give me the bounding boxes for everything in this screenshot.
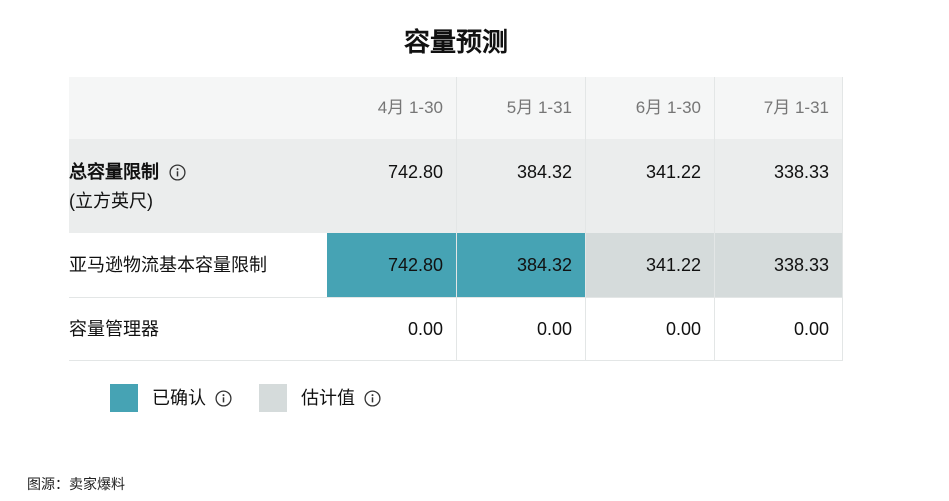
legend-item-confirmed: 已确认	[110, 384, 232, 412]
legend-label: 估计值	[301, 388, 355, 408]
value-cell-estimated: 341.22	[585, 233, 714, 297]
info-icon[interactable]	[215, 389, 232, 407]
value-cell: 742.80	[387, 162, 443, 182]
legend: 已确认 估计值	[110, 384, 408, 412]
value-cell: 338.33	[714, 139, 843, 233]
info-icon[interactable]	[364, 389, 381, 407]
value-cell: 0.00	[407, 319, 443, 339]
value-cell: 0.00	[714, 298, 843, 360]
page-title: 容量预测	[403, 27, 508, 57]
value-cell: 341.22	[585, 139, 714, 233]
table-header-cell: 7月 1-31	[714, 77, 843, 139]
value-cell: 0.00	[585, 298, 714, 360]
capacity-table: 4月 1-30 5月 1-31 6月 1-30 7月 1-31 总容量限制 (立…	[69, 77, 843, 361]
legend-swatch-estimated	[259, 384, 287, 412]
value-cell-estimated: 338.33	[714, 233, 843, 297]
table-header-cell: 4月 1-30	[377, 98, 443, 117]
row-label: 容量管理器	[69, 319, 159, 339]
image-source-caption: 图源：卖家爆料	[27, 476, 125, 492]
table-header-row: 4月 1-30 5月 1-31 6月 1-30 7月 1-31	[69, 77, 843, 139]
value-cell: 384.32	[456, 139, 585, 233]
value-cell: 0.00	[456, 298, 585, 360]
legend-label: 已确认	[152, 388, 206, 408]
row-label: 亚马逊物流基本容量限制	[69, 255, 267, 275]
capacity-forecast-page: 容量预测 4月 1-30 5月 1-31 6月 1-30 7月 1-31 总容量…	[0, 0, 949, 501]
table-header-empty-cell	[69, 77, 327, 139]
row-label-text: 总容量限制	[69, 162, 159, 182]
table-row-capacity-manager: 容量管理器 0.00 0.00 0.00 0.00	[69, 297, 843, 361]
table-header-cell: 6月 1-30	[585, 77, 714, 139]
legend-swatch-confirmed	[110, 384, 138, 412]
value-cell-confirmed: 742.80	[327, 233, 456, 297]
row-sublabel: (立方英尺)	[69, 191, 153, 211]
value-cell-confirmed: 384.32	[456, 233, 585, 297]
row-label: 总容量限制 (立方英尺)	[69, 139, 327, 233]
legend-item-estimated: 估计值	[259, 384, 381, 412]
info-icon[interactable]	[169, 163, 186, 181]
table-row-total-capacity: 总容量限制 (立方英尺) 742.80 384.32 341.22 338.33	[69, 139, 843, 233]
table-header-cell: 5月 1-31	[456, 77, 585, 139]
table-row-fba-base-capacity: 亚马逊物流基本容量限制 742.80 384.32 341.22 338.33	[69, 233, 843, 297]
